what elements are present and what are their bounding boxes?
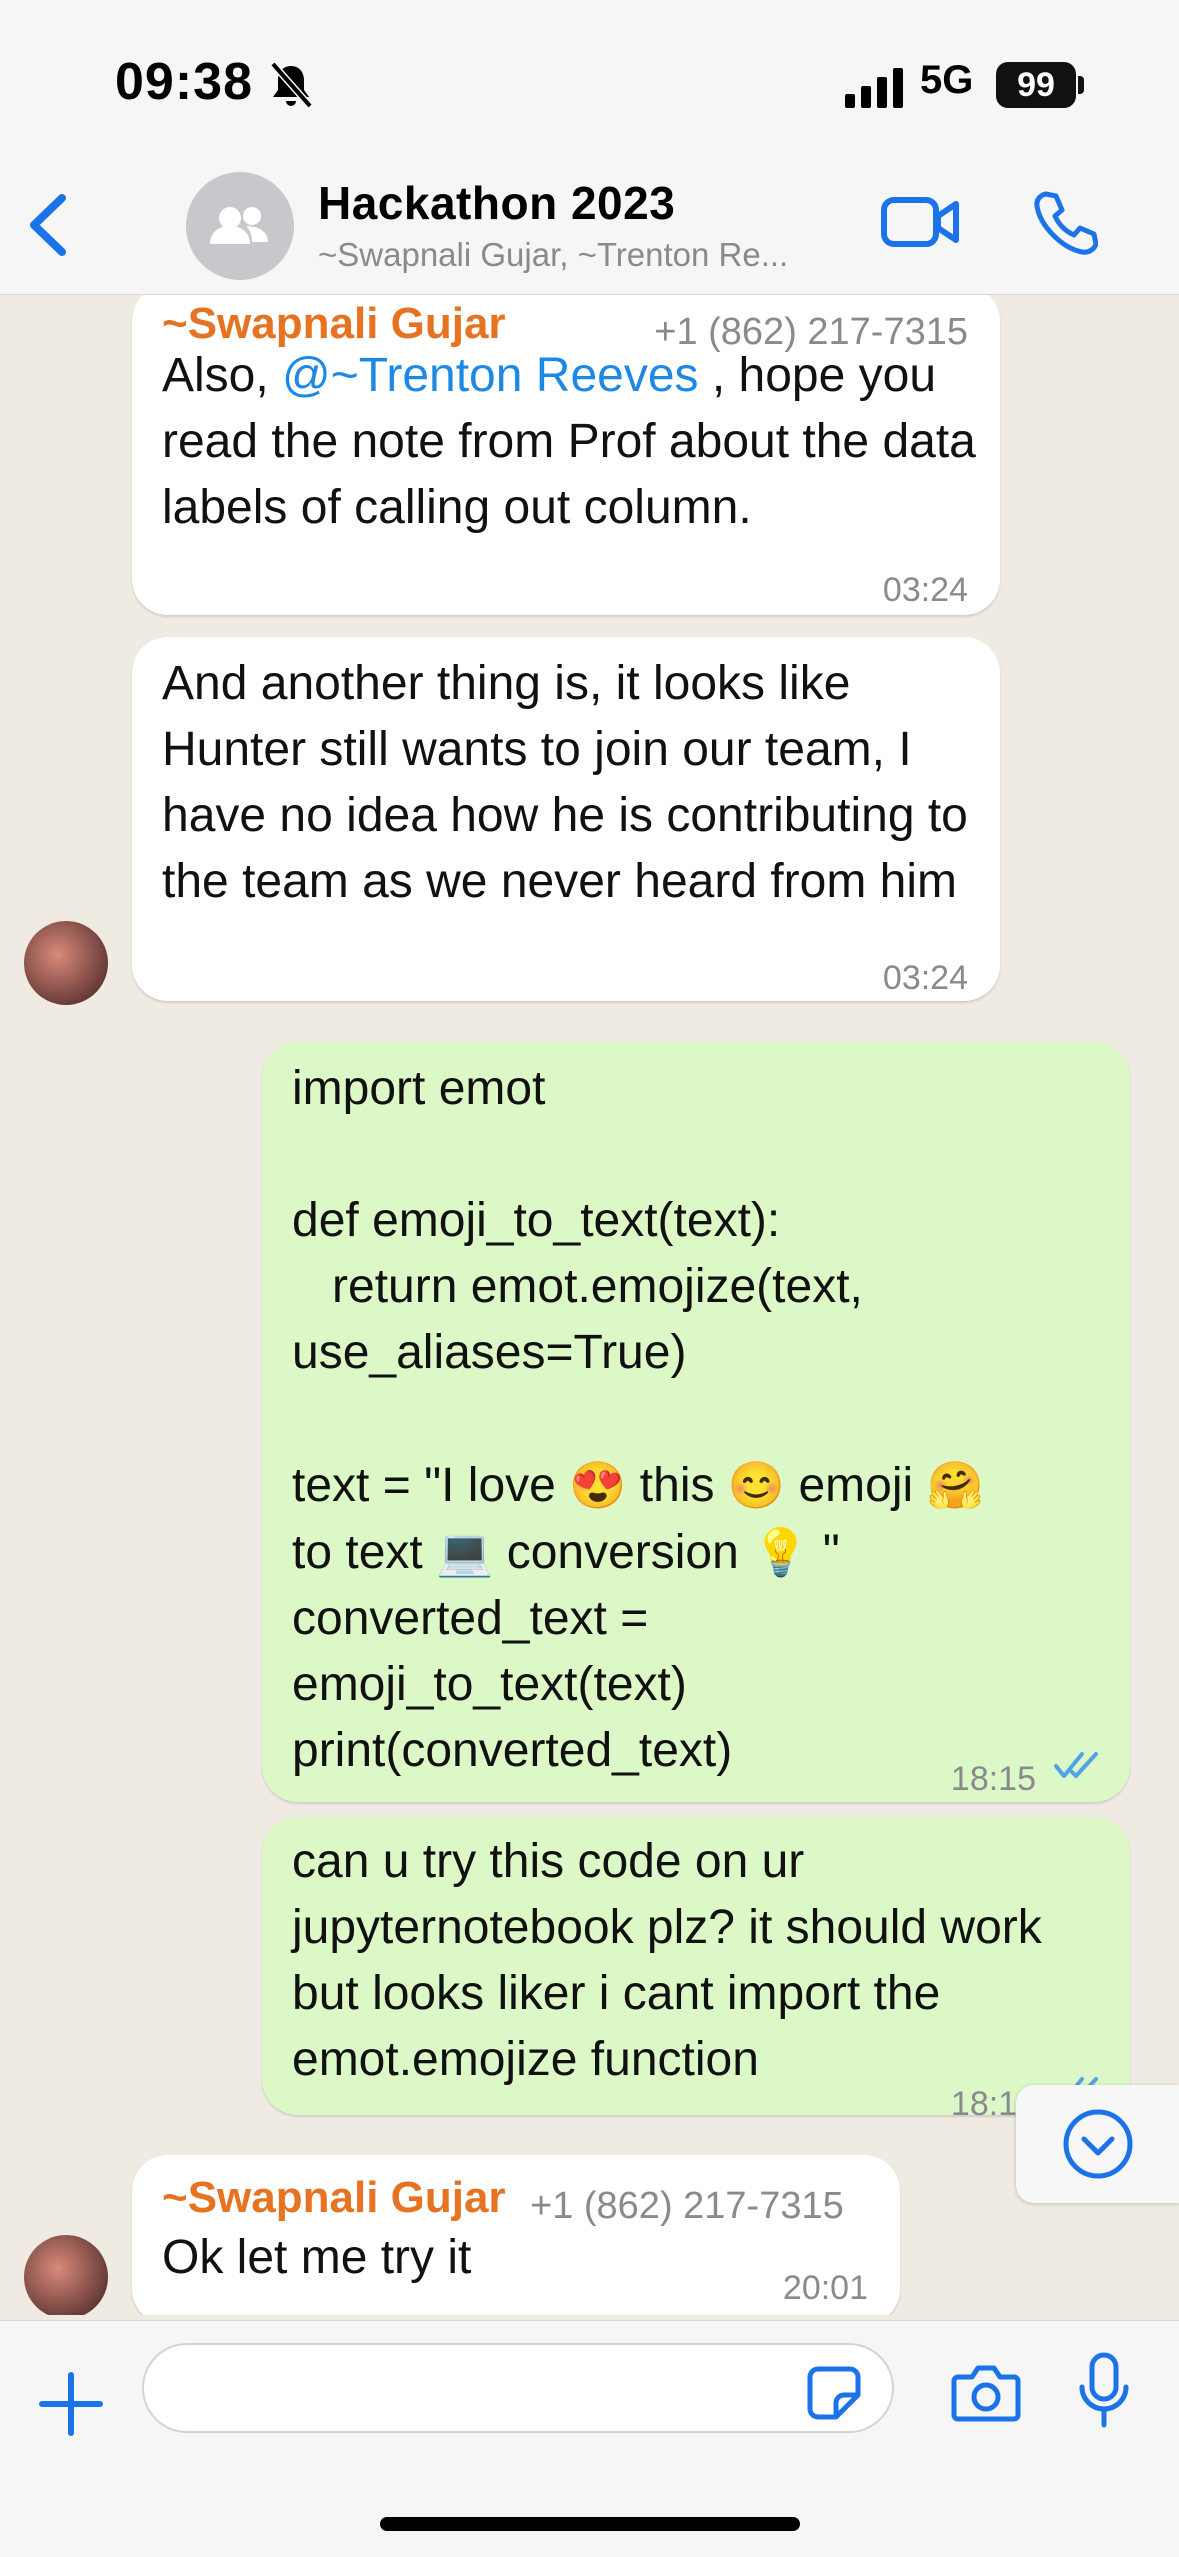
- message-time: 03:24: [882, 571, 968, 609]
- code-text: ": [809, 1526, 840, 1579]
- message-time: 03:24: [882, 959, 968, 997]
- chat-header: 09:38 5G 99 Hackathon 2023 ~Swapnali Guj…: [0, 0, 1179, 295]
- network-type: 5G: [920, 58, 974, 102]
- code-message: import emot def emoji_to_text(text): ret…: [292, 1056, 1122, 1784]
- battery-tip: [1078, 76, 1084, 94]
- hugging-emoji-icon: 🤗: [926, 1459, 984, 1511]
- sender-avatar[interactable]: [24, 2235, 108, 2315]
- chevron-down-circle-icon: [1063, 2109, 1133, 2179]
- read-receipt-icon: [1054, 1752, 1098, 1778]
- sender-avatar[interactable]: [24, 921, 108, 1005]
- code-text: this: [626, 1459, 728, 1512]
- group-icon: [210, 207, 268, 244]
- group-avatar[interactable]: [186, 172, 294, 280]
- message-text: can u try this code on ur jupyternoteboo…: [292, 1835, 1056, 2086]
- back-chevron-icon[interactable]: [18, 190, 78, 260]
- code-line: to text 💻 conversion 💡 ": [292, 1519, 1122, 1586]
- signal-icon: [845, 68, 903, 108]
- video-call-icon[interactable]: [880, 192, 960, 252]
- home-indicator[interactable]: [380, 2517, 800, 2531]
- code-line: def emoji_to_text(text):: [292, 1194, 781, 1247]
- mention-link[interactable]: @~Trenton Reeves: [282, 349, 698, 402]
- microphone-icon[interactable]: [1076, 2351, 1132, 2431]
- message-input[interactable]: [142, 2343, 894, 2433]
- bell-off-icon: [270, 61, 313, 109]
- message-text: And another thing is, it looks like Hunt…: [162, 657, 982, 908]
- sticker-icon[interactable]: [806, 2365, 862, 2421]
- code-line: use_aliases=True): [292, 1326, 687, 1379]
- smiling-emoji-icon: 😊: [727, 1459, 786, 1511]
- message-text: Also, @~Trenton Reeves , hope you read t…: [162, 343, 982, 541]
- camera-icon[interactable]: [950, 2361, 1022, 2425]
- code-text: conversion: [493, 1526, 753, 1579]
- scroll-to-bottom-button[interactable]: [1016, 2085, 1179, 2203]
- code-line: text = "I love 😍 this 😊 emoji 🤗: [292, 1452, 1122, 1519]
- code-line: converted_text =: [292, 1592, 649, 1645]
- code-line: return emot.emojize(text,: [292, 1260, 863, 1313]
- heart-eyes-emoji-icon: 😍: [569, 1459, 627, 1511]
- composer-bar: [0, 2320, 1179, 2557]
- message-bubble[interactable]: import emot def emoji_to_text(text): ret…: [262, 1042, 1130, 1802]
- code-text: to text: [292, 1526, 437, 1579]
- sender-phone[interactable]: +1 (862) 217-7315: [530, 2173, 844, 2239]
- laptop-emoji-icon: 💻: [436, 1526, 494, 1578]
- lightbulb-emoji-icon: 💡: [752, 1526, 810, 1578]
- chat-members[interactable]: ~Swapnali Gujar, ~Trenton Re...: [318, 236, 858, 274]
- code-line: emoji_to_text(text): [292, 1658, 687, 1711]
- message-text-part: Also,: [162, 349, 283, 402]
- message-time: 20:01: [782, 2269, 868, 2307]
- message-time: 18:15: [950, 1760, 1036, 1798]
- message-bubble[interactable]: ~Swapnali Gujar +1 (862) 217-7315 Also, …: [132, 295, 1000, 615]
- message-bubble[interactable]: can u try this code on ur jupyternoteboo…: [262, 1817, 1130, 2123]
- chat-title[interactable]: Hackathon 2023: [318, 176, 675, 230]
- status-time: 09:38: [115, 53, 253, 111]
- sender-name[interactable]: ~Swapnali Gujar: [162, 2165, 506, 2231]
- plus-icon[interactable]: [36, 2369, 106, 2439]
- message-bubble[interactable]: ~Swapnali Gujar +1 (862) 217-7315 Ok let…: [132, 2155, 900, 2315]
- battery-icon: 99: [996, 62, 1076, 108]
- message-bubble[interactable]: And another thing is, it looks like Hunt…: [132, 637, 1000, 1001]
- code-text: text = "I love: [292, 1459, 570, 1512]
- phone-call-icon[interactable]: [1028, 188, 1098, 258]
- message-list[interactable]: ~Swapnali Gujar +1 (862) 217-7315 Also, …: [0, 295, 1179, 2315]
- message-text: Ok let me try it: [162, 2231, 472, 2284]
- code-text: emoji: [785, 1459, 927, 1512]
- code-line: import emot: [292, 1062, 546, 1115]
